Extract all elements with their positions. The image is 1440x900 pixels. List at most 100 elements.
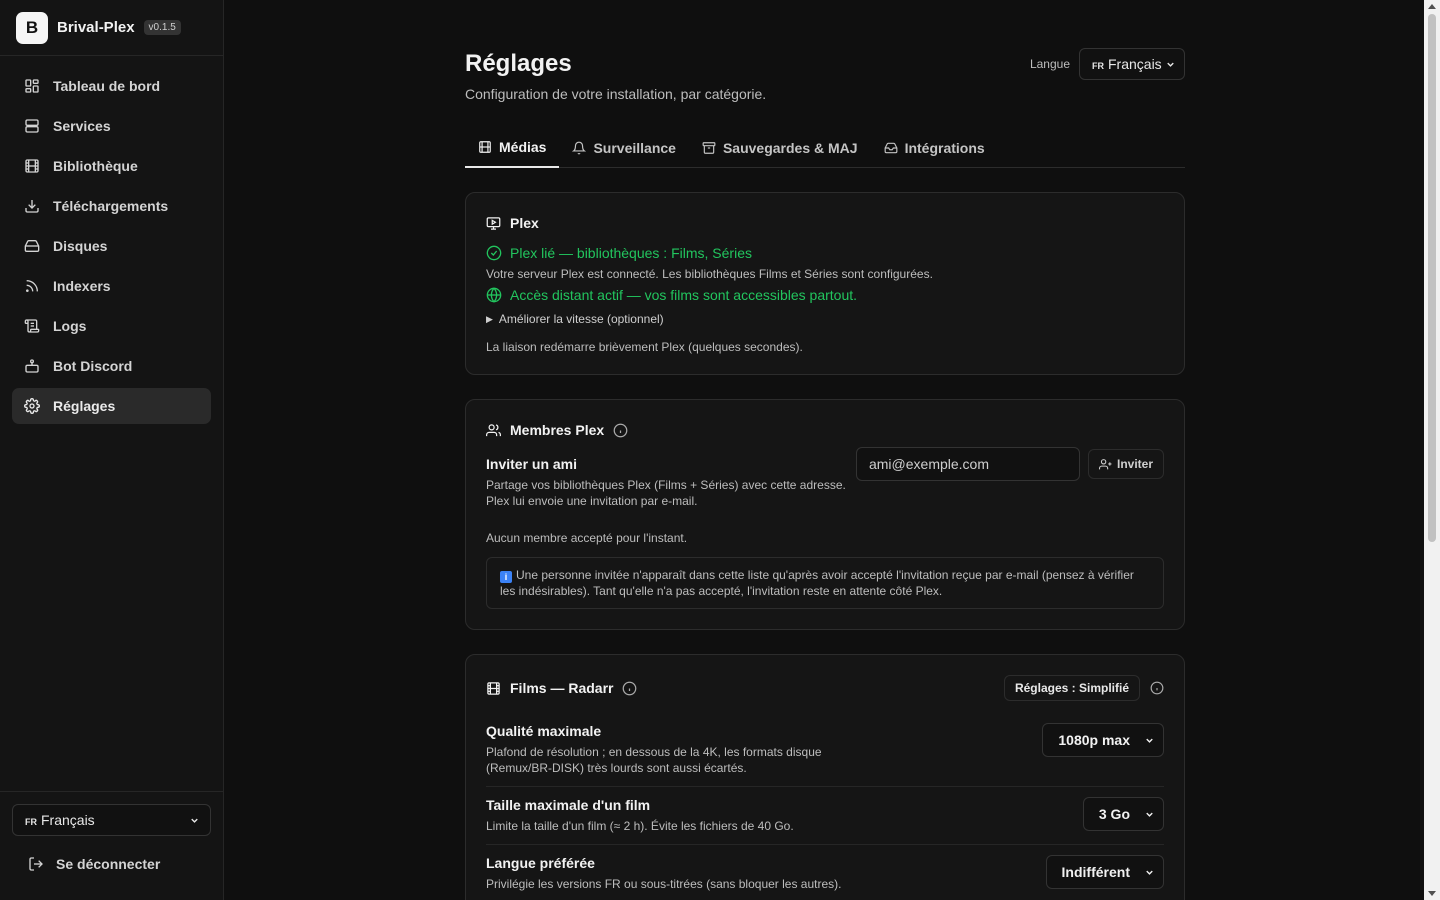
brand-name: Brival-Plex bbox=[57, 19, 135, 36]
sidebar-item-label: Téléchargements bbox=[53, 198, 169, 214]
sidebar-item-services[interactable]: Services bbox=[12, 108, 211, 144]
invitation-note: i Une personne invitée n'apparaît dans ce… bbox=[486, 557, 1164, 609]
rss-icon bbox=[26, 280, 38, 292]
sidebar-item-bot-discord[interactable]: Bot Discord bbox=[12, 348, 211, 384]
plex-title: Plex bbox=[510, 215, 539, 231]
brand: B Brival-Plex v0.1.5 bbox=[0, 0, 223, 56]
language-label: Langue bbox=[1029, 57, 1070, 71]
setting-description: Plafond de résolution ; en dessous de la… bbox=[486, 744, 822, 776]
gear-icon bbox=[24, 398, 40, 414]
setting-description: Limite la taille d'un film (≈ 2 h). Évit… bbox=[486, 819, 794, 833]
logout-icon bbox=[29, 857, 43, 871]
plex-card: Plex Plex lié — bibliothèques : Films, S… bbox=[465, 192, 1185, 375]
info-badge-icon: i bbox=[500, 571, 512, 583]
bell-icon bbox=[572, 141, 587, 155]
logs-icon bbox=[24, 319, 40, 333]
remote-access-status: Accès distant actif — vos films sont acc… bbox=[486, 287, 1164, 303]
sidebar-item-label: Bibliothèque bbox=[53, 158, 138, 174]
version-badge: v0.1.5 bbox=[143, 20, 181, 35]
brand-logo: B bbox=[16, 11, 48, 44]
language-label: Français bbox=[41, 812, 95, 828]
language-text: Français bbox=[1108, 56, 1162, 72]
setting-label: Taille maximale d'un film bbox=[486, 797, 651, 813]
logout-button[interactable]: Se déconnecter bbox=[12, 844, 211, 884]
settings-tabs: Médias Surveillance Sauvegardes & MAJ In… bbox=[465, 128, 1185, 168]
details-label: Améliorer la vitesse (optionnel) bbox=[498, 312, 664, 326]
chevron-down-icon bbox=[1146, 812, 1153, 817]
info-icon[interactable] bbox=[622, 681, 637, 696]
tab-surveillance[interactable]: Surveillance bbox=[559, 128, 689, 168]
tab-label: Surveillance bbox=[593, 140, 676, 156]
radarr-title: Films — Radarr bbox=[510, 680, 614, 696]
setting-label: Langue préférée bbox=[486, 855, 595, 871]
select-value: 1080p max bbox=[1058, 732, 1130, 748]
scroll-up-arrow[interactable] bbox=[1428, 4, 1436, 9]
sidebar-item-indexers[interactable]: Indexers bbox=[12, 268, 211, 304]
sidebar-language-select[interactable]: FR Français bbox=[12, 804, 211, 836]
members-card: Membres Plex Inviter un ami Partage vos … bbox=[465, 399, 1185, 630]
sidebar-nav: Tableau de bord Services Bibliothèque Té… bbox=[0, 56, 223, 791]
invite-button[interactable]: Inviter bbox=[1087, 449, 1164, 479]
user-plus-icon bbox=[1098, 458, 1112, 469]
users-icon bbox=[486, 423, 501, 436]
status-text: Plex lié — bibliothèques : Films, Séries bbox=[510, 245, 752, 261]
max-quality-select[interactable]: 1080p max bbox=[1042, 723, 1164, 757]
sidebar-item-dashboard[interactable]: Tableau de bord bbox=[12, 68, 211, 104]
page-subtitle: Configuration de votre installation, par… bbox=[465, 86, 767, 102]
sidebar-item-label: Disques bbox=[53, 238, 108, 254]
card-title: Plex bbox=[486, 213, 1164, 233]
flag-fr: FR bbox=[1092, 61, 1104, 71]
server-icon bbox=[25, 119, 39, 133]
sidebar-item-disks[interactable]: Disques bbox=[12, 228, 211, 264]
sidebar-item-downloads[interactable]: Téléchargements bbox=[12, 188, 211, 224]
tab-label: Intégrations bbox=[904, 140, 985, 156]
check-circle-icon bbox=[486, 245, 502, 261]
plex-linked-status: Plex lié — bibliothèques : Films, Séries bbox=[486, 245, 1164, 261]
invite-label: Inviter un ami bbox=[486, 456, 578, 472]
flag-fr: FR bbox=[25, 817, 37, 827]
status-text: Accès distant actif — vos films sont acc… bbox=[510, 287, 858, 303]
sidebar-item-logs[interactable]: Logs bbox=[12, 308, 211, 344]
tab-backups[interactable]: Sauvegardes & MAJ bbox=[689, 128, 871, 168]
setting-preferred-language: Langue préférée Privilégie les versions … bbox=[486, 845, 1164, 900]
max-size-select[interactable]: 3 Go bbox=[1082, 797, 1164, 831]
language-select[interactable]: FR Français bbox=[1079, 48, 1185, 80]
sidebar-item-label: Bot Discord bbox=[53, 358, 133, 374]
invite-description: Partage vos bibliothèques Plex (Films + … bbox=[486, 477, 846, 509]
radarr-card: Films — Radarr Réglages : Simplifié Qual… bbox=[465, 654, 1185, 900]
scroll-down-arrow[interactable] bbox=[1428, 891, 1436, 896]
film-icon bbox=[487, 681, 500, 695]
improve-speed-toggle[interactable]: ▶ Améliorer la vitesse (optionnel) bbox=[486, 312, 1164, 326]
no-members-text: Aucun membre accepté pour l'instant. bbox=[486, 531, 688, 545]
plex-connected-text: Votre serveur Plex est connecté. Les bib… bbox=[486, 267, 933, 281]
vertical-scrollbar[interactable] bbox=[1424, 0, 1440, 900]
sidebar-item-settings[interactable]: Réglages bbox=[12, 388, 211, 424]
sidebar-item-label: Services bbox=[53, 118, 111, 134]
tab-label: Sauvegardes & MAJ bbox=[722, 140, 858, 156]
setting-description: Privilégie les versions FR ou sous-titré… bbox=[486, 877, 842, 891]
tab-medias[interactable]: Médias bbox=[465, 128, 560, 168]
setting-max-quality: Qualité maximale Plafond de résolution ;… bbox=[486, 713, 1164, 787]
language-value: FR Français bbox=[25, 812, 95, 828]
invite-row: Inviter un ami Partage vos bibliothèques… bbox=[486, 447, 1164, 509]
sidebar-item-library[interactable]: Bibliothèque bbox=[12, 148, 211, 184]
setting-label: Qualité maximale bbox=[486, 723, 602, 739]
scroll-thumb[interactable] bbox=[1428, 14, 1436, 542]
desc-line-2: (Remux/BR-DISK) très lourds sont aussi é… bbox=[486, 761, 747, 775]
tab-integrations[interactable]: Intégrations bbox=[871, 128, 998, 168]
email-input[interactable] bbox=[855, 447, 1080, 481]
preset-badge[interactable]: Réglages : Simplifié bbox=[1003, 675, 1140, 701]
card-title: Membres Plex bbox=[486, 420, 1164, 440]
preferred-language-select[interactable]: Indifférent bbox=[1045, 855, 1164, 889]
card-title: Films — Radarr bbox=[486, 678, 637, 698]
restart-note: La liaison redémarre brièvement Plex (qu… bbox=[486, 340, 803, 354]
select-value: Indifférent bbox=[1061, 864, 1130, 880]
logout-label: Se déconnecter bbox=[56, 856, 161, 872]
chevron-down-icon bbox=[191, 818, 198, 823]
invite-desc-line-2: Plex lui envoie une invitation par e-mai… bbox=[486, 494, 698, 508]
language-picker: Langue FR Français bbox=[1030, 48, 1185, 80]
info-icon[interactable] bbox=[1150, 681, 1164, 695]
info-icon[interactable] bbox=[613, 423, 628, 438]
chevron-down-icon bbox=[1167, 62, 1174, 67]
globe-icon bbox=[486, 287, 502, 303]
